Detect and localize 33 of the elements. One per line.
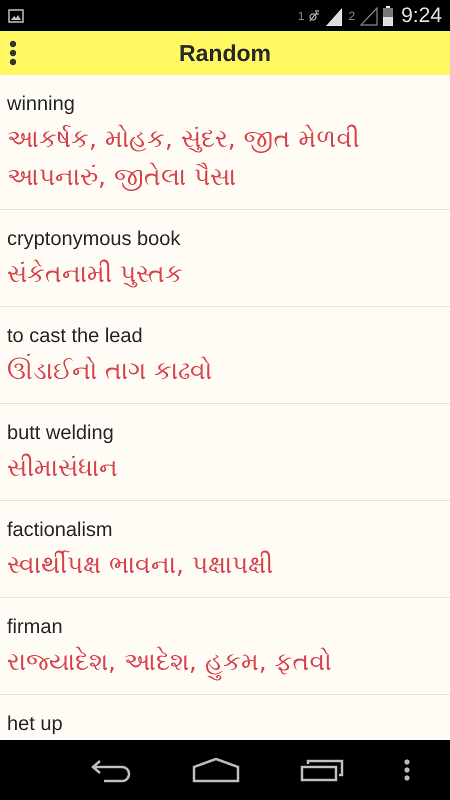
word-entry[interactable]: firman રાજ્યાદેશ, આદેશ, હુકમ, ફતવો <box>0 598 450 695</box>
menu-icon[interactable] <box>9 40 17 66</box>
sim-label: 1 <box>298 8 304 22</box>
overflow-icon[interactable] <box>404 759 410 781</box>
back-icon[interactable] <box>90 757 132 783</box>
gujarati-meaning: સંકેતનામી પુસ્તક <box>7 258 184 290</box>
english-word: firman <box>7 615 64 639</box>
signal-icon <box>359 6 380 26</box>
english-word: factionalism <box>7 518 114 542</box>
recent-apps-icon[interactable] <box>300 758 344 782</box>
signal-icon <box>324 6 344 26</box>
word-entry[interactable]: winning આકર્ષક, મોહક, સુંદર, જીત મેળવી આપનારું, જીતેલા પૈસા <box>0 75 450 210</box>
word-entry[interactable]: cryptonymous book સંકેતનામી પુસ્તક <box>0 210 450 307</box>
screen-title: Random <box>179 40 271 66</box>
english-word: winning <box>7 92 76 116</box>
english-word: het up <box>7 712 64 736</box>
home-icon[interactable] <box>192 757 240 783</box>
data-icon <box>308 8 320 22</box>
gujarati-meaning: ઊંડાઈનો તાગ કાઢવો <box>7 352 443 390</box>
english-word: butt welding <box>7 421 115 445</box>
gujarati-meaning: આકર્ષક, મોહક, સુંદર, જીત મેળવી આપનારું, જીતેલા પૈસા <box>7 123 361 193</box>
gujarati-meaning: રાજ્યાદેશ, આદેશ, હુકમ, ફતવો <box>7 643 443 681</box>
english-word: to cast the lead <box>7 324 144 348</box>
battery-icon <box>383 6 394 26</box>
word-entry[interactable]: factionalism સ્વાર્થીપક્ષ ભાવના, પક્ષાપક્ષી <box>0 501 450 598</box>
gujarati-meaning: સીમાસંધાન <box>7 452 119 484</box>
word-entry[interactable]: butt welding સીમાસંધાન <box>0 404 450 501</box>
word-entry[interactable]: to cast the lead ઊંડાઈનો તાગ કાઢવો <box>0 307 450 404</box>
sim-label: 2 <box>348 8 356 22</box>
image-icon <box>8 8 24 22</box>
clock: 9:24 <box>401 4 442 28</box>
gujarati-meaning: સ્વાર્થીપક્ષ ભાવના, પક્ષાપક્ષી <box>7 549 274 581</box>
english-word: cryptonymous book <box>7 227 182 251</box>
